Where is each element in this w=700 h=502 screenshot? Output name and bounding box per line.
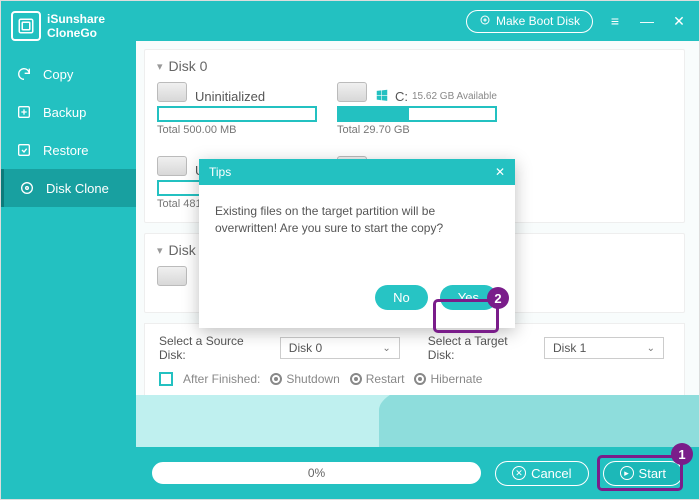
selection-panel: Select a Source Disk: Disk 0 ⌄ Select a … — [144, 323, 685, 397]
chevron-down-icon: ⌄ — [647, 343, 655, 354]
close-icon[interactable]: ✕ — [669, 11, 689, 31]
partition-label: Uninitialized — [195, 89, 265, 104]
plus-box-icon — [15, 103, 33, 121]
disk-name: Disk — [169, 242, 196, 258]
dialog-body: Existing files on the target partition w… — [199, 185, 515, 275]
cancel-icon: ✕ — [512, 466, 526, 480]
drive-icon — [157, 156, 187, 176]
drive-icon — [157, 82, 187, 102]
brand-line2: CloneGo — [47, 26, 105, 40]
partition[interactable]: Uninitialized Total 500.00 MB — [157, 82, 317, 136]
partition-total: Total 29.70 GB — [337, 124, 497, 136]
brand-line1: iSunshare — [47, 12, 105, 26]
sidebar-item-label: Copy — [43, 67, 73, 82]
sidebar: iSunshare CloneGo Copy Backup Restore Di… — [1, 1, 136, 499]
radio-icon — [270, 373, 282, 385]
progress-value: 0% — [308, 466, 325, 480]
usage-bar — [337, 106, 497, 122]
restore-icon — [15, 141, 33, 159]
brand: iSunshare CloneGo — [1, 1, 136, 55]
drive-icon — [337, 82, 367, 102]
source-disk-combo[interactable]: Disk 0 ⌄ — [280, 337, 400, 359]
usage-bar — [157, 106, 317, 122]
partition[interactable]: C: 15.62 GB Available Total 29.70 GB — [337, 82, 497, 136]
start-button[interactable]: ▸ Start — [603, 461, 683, 486]
brand-logo-icon — [11, 11, 41, 41]
partition-label: C: — [395, 89, 408, 104]
sidebar-item-disk-clone[interactable]: Disk Clone — [1, 169, 136, 207]
dialog-no-button[interactable]: No — [375, 285, 428, 310]
titlebar: Make Boot Disk ≡ — ✕ — [136, 1, 699, 41]
source-disk-label: Select a Source Disk: — [159, 334, 266, 362]
minimize-icon[interactable]: — — [637, 11, 657, 31]
partition-available: 15.62 GB Available — [412, 91, 497, 102]
disc-icon — [479, 14, 491, 29]
partition-total: Total 500.00 MB — [157, 124, 317, 136]
radio-icon — [414, 373, 426, 385]
drive-icon — [157, 266, 187, 286]
menu-icon[interactable]: ≡ — [605, 11, 625, 31]
footer-bar: 0% ✕ Cancel ▸ Start — [136, 447, 699, 499]
disk-icon — [18, 179, 36, 197]
play-icon: ▸ — [620, 466, 634, 480]
progress-bar: 0% — [152, 462, 481, 484]
cancel-button[interactable]: ✕ Cancel — [495, 461, 588, 486]
start-label: Start — [639, 466, 666, 481]
app-window: iSunshare CloneGo Copy Backup Restore Di… — [0, 0, 700, 500]
after-finished-checkbox[interactable] — [159, 372, 173, 386]
chevron-down-icon: ⌄ — [382, 343, 390, 354]
target-disk-label: Select a Target Disk: — [428, 334, 530, 362]
radio-icon — [350, 373, 362, 385]
sidebar-item-label: Backup — [43, 105, 86, 120]
disk-group-header[interactable]: ▾ Disk 0 — [157, 58, 672, 74]
target-disk-value: Disk 1 — [553, 341, 586, 355]
callout-badge-1: 1 — [671, 443, 693, 465]
target-disk-combo[interactable]: Disk 1 ⌄ — [544, 337, 664, 359]
sidebar-item-backup[interactable]: Backup — [1, 93, 136, 131]
refresh-icon — [15, 65, 33, 83]
sidebar-item-copy[interactable]: Copy — [1, 55, 136, 93]
sidebar-item-label: Restore — [43, 143, 89, 158]
dialog-header: Tips ✕ — [199, 159, 515, 185]
dialog-title: Tips — [209, 165, 231, 179]
chevron-down-icon: ▾ — [157, 244, 163, 257]
source-disk-value: Disk 0 — [289, 341, 322, 355]
make-boot-disk-button[interactable]: Make Boot Disk — [466, 10, 593, 33]
cancel-label: Cancel — [531, 466, 571, 481]
after-finished-label: After Finished: — [183, 372, 260, 386]
radio-hibernate[interactable]: Hibernate — [414, 372, 482, 386]
windows-icon — [375, 88, 391, 104]
make-boot-label: Make Boot Disk — [496, 14, 580, 28]
sidebar-item-restore[interactable]: Restore — [1, 131, 136, 169]
radio-shutdown[interactable]: Shutdown — [270, 372, 339, 386]
radio-restart[interactable]: Restart — [350, 372, 405, 386]
disk-name: Disk 0 — [169, 58, 208, 74]
confirm-dialog: Tips ✕ Existing files on the target part… — [199, 159, 515, 328]
chevron-down-icon: ▾ — [157, 60, 163, 73]
dialog-close-icon[interactable]: ✕ — [495, 165, 505, 179]
sidebar-item-label: Disk Clone — [46, 181, 109, 196]
callout-badge-2: 2 — [487, 287, 509, 309]
